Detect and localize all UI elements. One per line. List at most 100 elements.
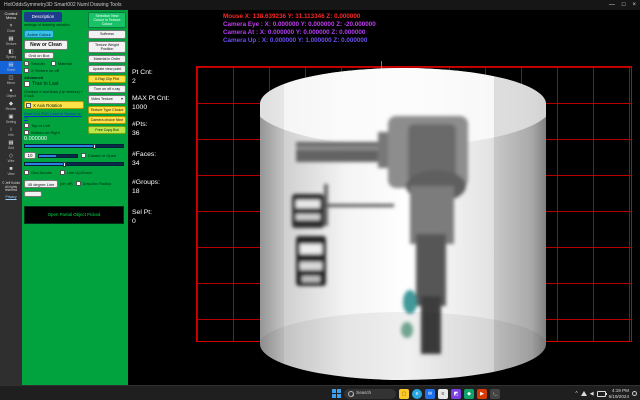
draw-arc-radius-checkbox[interactable] [76,181,81,186]
slider-thumb[interactable] [93,144,96,149]
sidebar-item-sheet[interactable]: ▤ Sheet [0,61,22,74]
notepad-app-icon[interactable]: ≡ [438,389,448,399]
bottom-on-right-checkbox[interactable] [24,130,29,135]
panel-note: Checked X and Draw (Up Vertices) + X loc… [24,90,84,98]
maximize-button[interactable]: □ [622,0,626,10]
free-copy-bot-button[interactable]: Free Copy Bot [88,126,126,134]
panel-button-stack: Selection New Colour in Texture Colour S… [88,12,126,134]
new-or-clean-button[interactable]: New or Clean [24,40,68,50]
media-app-icon[interactable]: ▶ [477,389,487,399]
taskbar-clock[interactable]: 4:19 PM 6/19/2024 [609,388,629,399]
tool-sidebar: Control Menu × Close ▦ Texture ◧ Symtry … [0,10,22,385]
material-checkbox[interactable] [51,61,56,66]
numeric-input[interactable] [24,191,42,197]
slider-primary[interactable] [24,144,124,148]
terminal-app-icon[interactable]: ›_ [490,389,500,399]
advanced-label: Advanced [24,75,43,80]
camera-at-readout: Camera At : X: 0.000000 Y: 0.000000 Z: 0… [223,29,376,37]
true-to-last-checkbox[interactable] [24,81,30,87]
softness-button[interactable]: Softness [88,30,126,38]
wifi-icon[interactable] [581,391,587,396]
stat-num-groups: #Groups:18 [132,178,160,196]
close-button[interactable]: × [632,0,636,10]
grid-on-box-button[interactable]: Grid on Box [24,52,54,59]
sidebar-header: Control Menu [0,10,22,22]
taskbar: Search ▢ e ✉ ≡ ◩ ◆ ▶ ›_ ^ ◀ 4:19 PM 6/19… [0,385,640,400]
stat-sel-pt: Sel Pt:0 [132,208,152,226]
selection-new-colour-button[interactable]: Selection New Colour in Texture Colour [88,12,126,28]
mouse-readout: Mouse X: 138.639236 Y: 31.113346 Z: 0.00… [223,13,376,21]
panel-subtitle: settings of drawing variation [24,23,86,27]
update-viewpoint-button[interactable]: Update view point [88,65,126,73]
sidebar-item-mirror[interactable]: ◫ Mirror [0,74,22,87]
mail-app-icon[interactable]: ✉ [425,389,435,399]
texture-type-choice-button[interactable]: Texture Type Choice [88,106,126,114]
material-in-order-button[interactable]: Material in Order [88,55,126,63]
taskbar-center: Search ▢ e ✉ ≡ ◩ ◆ ▶ ›_ [332,386,500,400]
store-app-icon[interactable]: ◆ [464,389,474,399]
coordinate-readout: Mouse X: 138.639236 Y: 31.113346 Z: 0.00… [223,13,376,45]
edge-browser-icon[interactable]: e [412,389,422,399]
textured-cylinder-render [258,64,548,382]
spin-value-field[interactable]: 10 [24,152,36,159]
privacy-link[interactable]: Privacy [5,195,16,199]
one-across-checkbox[interactable] [24,170,29,175]
viewport-3d[interactable]: Mouse X: 138.639236 Y: 31.113346 Z: 0.00… [128,10,640,385]
application-window: HotOddsSymmetry3D Smart002 Numl Drawing … [0,0,640,400]
copyright-text: © Jeff Kubitz All rights reserved [0,182,22,194]
sidebar-item-texture[interactable]: ▦ Texture [0,35,22,48]
stat-num-pts: #Pts:36 [132,120,148,138]
start-button[interactable] [332,389,341,398]
volume-icon[interactable]: ◀ [590,391,594,397]
minimize-button[interactable]: — [609,0,615,10]
x-axis-rotation-row[interactable]: X Axis Rotation [24,101,84,109]
file-explorer-icon[interactable]: ▢ [399,389,409,399]
sidebar-item-view[interactable]: ■ View [0,165,22,178]
x-axis-rotation-checkbox[interactable] [26,103,31,108]
texture-weight-button[interactable]: Texture Weight Position [88,41,126,53]
sidebar-item-wire[interactable]: ◇ Wire [0,152,22,165]
top-or-left-checkbox[interactable] [24,123,29,128]
sidebar-item-object[interactable]: ● Object [0,87,22,100]
tray-expand-chevron-icon[interactable]: ^ [575,391,577,397]
system-tray: ^ ◀ 4:19 PM 6/19/2024 [575,386,637,400]
picked-object-status: Open Partial Object Picked [24,206,124,224]
control-panel: Description settings of drawing variatio… [22,10,128,385]
slider-tertiary[interactable] [24,162,124,166]
battery-icon[interactable] [597,391,606,397]
closed-or-open-checkbox[interactable] [81,153,86,158]
slider-secondary[interactable] [38,154,78,158]
x-texture-checkbox[interactable] [24,68,29,73]
window-controls: — □ × [609,0,636,10]
sidebar-item-info[interactable]: i Info [0,126,22,139]
chevron-down-icon: ▾ [121,97,123,102]
sidebar-item-close[interactable]: × Close [0,22,22,35]
camera-up-readout: Camera Up : X: 0.000000 Y: 1.000000 Z: 0… [223,37,376,45]
taskbar-search[interactable]: Search [344,389,396,399]
active-colour-button[interactable]: Active Colour [24,30,54,38]
smooth-checkbox[interactable] [24,61,29,66]
search-icon [348,391,354,397]
video-texture-select[interactable]: Video Texture ▾ [88,95,126,104]
stat-pt-cnt: Pt Cnt:2 [132,68,153,86]
png-load-link[interactable]: Draw Cnt PNG Load to Texture on off [24,112,86,121]
camera-eye-readout: Camera Eye : X: 0.000000 Y: 0.000000 Z: … [223,21,376,29]
camera-choice-button[interactable]: Camera choice Nine [88,116,126,124]
photos-app-icon[interactable]: ◩ [451,389,461,399]
sidebar-item-settings[interactable]: ▣ Setting [0,113,22,126]
stat-num-faces: #Faces:34 [132,150,156,168]
value-readout: 0.000000 [24,136,47,142]
toggle-xray-button[interactable]: Turn on off x-ray [88,85,126,93]
stat-max-pt-cnt: MAX Pt Cnt:1000 [132,94,169,112]
sidebar-item-symmetry[interactable]: ◧ Symtry [0,48,22,61]
description-header: Description [24,12,62,22]
xray-clip-plot-button[interactable]: X-Ray Clip Plot [88,75,126,83]
sidebar-item-render[interactable]: ◆ Render [0,100,22,113]
45-degree-line-button[interactable]: 45 degree Line [24,180,58,188]
titlebar: HotOddsSymmetry3D Smart002 Numl Drawing … [0,0,640,10]
line-updown-checkbox[interactable] [60,170,65,175]
sidebar-item-grid[interactable]: ▦ Grid [0,139,22,152]
notification-bell-icon[interactable] [632,391,637,396]
slider-thumb[interactable] [63,162,66,167]
window-title: HotOddsSymmetry3D Smart002 Numl Drawing … [4,2,121,8]
